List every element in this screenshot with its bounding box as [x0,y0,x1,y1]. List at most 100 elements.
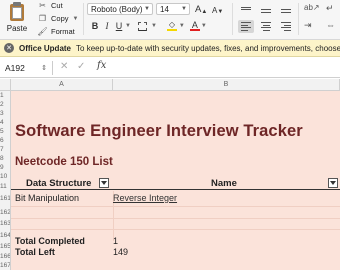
ribbon-divider [298,3,299,35]
copy-button[interactable]: ❐ Copy ▼ [38,13,79,24]
formula-divider [52,61,53,75]
clipboard-icon [8,2,26,22]
font-color-icon: A [191,20,198,30]
chevron-down-icon: ▼ [181,6,187,12]
sheet-title[interactable]: Software Engineer Interview Tracker [15,122,303,141]
sheet-subtitle[interactable]: Neetcode 150 List [15,156,113,168]
row-header[interactable]: 8 [0,154,11,163]
orientation-icon[interactable]: ab↗ [304,3,320,16]
font-name-value: Roboto (Body) [91,4,143,14]
row-header[interactable]: 167 [0,261,11,270]
borders-icon [138,21,148,31]
total-completed-label[interactable]: Total Completed [15,236,85,246]
formula-bar: A192 ⇕ ✕ ✓ fx [0,58,340,78]
borders-button[interactable] [135,20,151,32]
row-header[interactable]: 5 [0,127,11,136]
name-box[interactable]: A192 ⇕ [3,61,49,74]
row-header[interactable]: 6 [0,136,11,145]
paintbrush-icon: 🖌 [37,27,48,36]
row-header[interactable]: 2 [0,100,11,109]
align-middle-button[interactable] [258,3,274,16]
paste-label: Paste [6,24,28,33]
chevron-down-icon[interactable]: ▼ [125,23,131,29]
font-format-row: B I U ▼ ▼ ◇ ▼ A ▼ [89,19,207,33]
ribbon: Paste ✂ Cut ❐ Copy ▼ 🖌 Format Roboto (Bo… [0,0,340,40]
row-header[interactable]: 163 [0,218,11,229]
message-text: To keep up-to-date with security updates… [76,43,340,53]
align-center-button[interactable] [258,20,274,33]
format-painter-button[interactable]: 🖌 Format [37,26,75,37]
row-header[interactable]: 164 [0,229,11,241]
italic-button[interactable]: I [101,20,113,32]
office-update-bar: ✕ Office Update To keep up-to-date with … [0,40,340,57]
grid-line [11,206,340,207]
row-header[interactable]: 7 [0,145,11,154]
cell-name-link[interactable]: Reverse Integer [113,193,177,203]
grid-line [11,229,340,230]
column-header-a[interactable]: A [11,79,113,91]
row-header[interactable]: 3 [0,109,11,118]
copy-label: Copy [51,14,69,23]
table-header-row: Data Structure Name [11,177,340,190]
total-left-value[interactable]: 149 [113,247,128,257]
align-left-button[interactable] [238,20,254,33]
grow-font-button[interactable]: A ▲ [195,3,207,15]
row-header[interactable]: 161 [0,191,11,206]
check-icon[interactable]: ✓ [77,61,85,72]
fill-color-button[interactable]: ◇ [165,20,179,32]
row-header[interactable]: 10 [0,172,11,181]
total-completed-value[interactable]: 1 [113,236,118,246]
row-header[interactable]: 162 [0,206,11,218]
function-icon[interactable]: fx [97,60,106,71]
paste-button[interactable]: Paste [2,2,32,38]
updown-icon[interactable]: ⇕ [41,64,47,72]
name-box-value: A192 [5,62,25,73]
paint-bucket-icon: ◇ [168,20,175,29]
cell-data-structure[interactable]: Bit Manipulation [15,193,79,203]
font-name-select[interactable]: Roboto (Body) ▼ [87,3,153,15]
header-name[interactable]: Name [211,178,237,189]
grid-line [11,218,340,219]
row-header[interactable]: 4 [0,118,11,127]
wrap-text-icon[interactable]: ↵ [326,3,340,16]
chevron-down-icon[interactable]: ▼ [151,23,157,29]
chevron-down-icon[interactable]: ▼ [73,16,79,22]
close-icon[interactable]: ✕ [4,43,14,53]
font-color-button[interactable]: A [189,20,201,32]
font-size-value: 14 [160,4,169,14]
filter-dropdown-button[interactable] [99,178,109,188]
underline-button[interactable]: U [113,20,125,32]
font-color-swatch [189,29,200,31]
scissors-icon: ✂ [39,1,46,10]
format-label: Format [51,27,75,36]
row-header[interactable]: 9 [0,163,11,172]
row-header[interactable]: 1 [0,91,11,100]
shrink-font-button[interactable]: A ▼ [212,3,223,15]
indent-icon[interactable]: ⇥ [304,20,318,33]
merge-icon[interactable]: ⇔ [326,20,340,33]
align-top-button[interactable] [238,3,254,16]
chevron-down-icon[interactable]: ▼ [201,23,207,29]
ribbon-divider [232,3,233,35]
header-data-structure[interactable]: Data Structure [26,178,91,189]
bold-button[interactable]: B [89,20,101,32]
chevron-down-icon[interactable]: ▼ [179,23,185,29]
caret-up-icon: ▲ [201,9,208,15]
ribbon-divider [83,3,84,35]
cancel-icon[interactable]: ✕ [60,61,68,72]
row-header[interactable]: 166 [0,251,11,261]
caret-down-icon: ▼ [217,9,224,15]
total-left-label[interactable]: Total Left [15,247,55,257]
copy-icon: ❐ [38,14,47,23]
select-all-corner[interactable] [0,79,11,91]
filter-dropdown-button[interactable] [328,178,338,188]
cut-button[interactable]: ✂ Cut [38,0,63,11]
row-header[interactable]: 165 [0,241,11,251]
align-bottom-button[interactable] [278,3,294,16]
row-header[interactable]: 11 [0,181,11,191]
align-right-button[interactable] [278,20,294,33]
font-size-select[interactable]: 14 ▼ [156,3,190,15]
column-header-b[interactable]: B [113,79,340,91]
message-title: Office Update [19,43,72,53]
fill-color-swatch [166,29,177,31]
